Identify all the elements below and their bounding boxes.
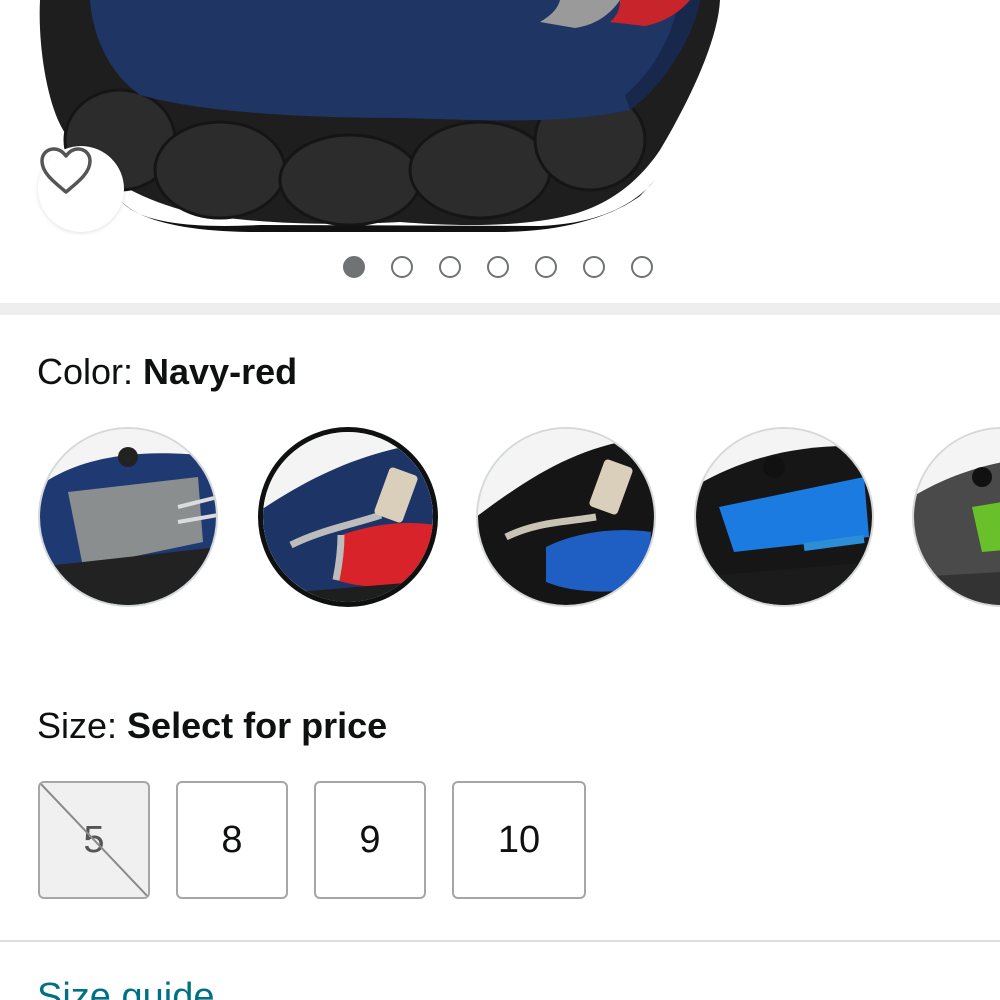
swatch-grey-green[interactable] [912,427,1000,607]
shoe-thumbnail-icon [40,429,216,605]
carousel-dot[interactable] [343,256,365,278]
size-label: Size: Select for price [37,706,387,746]
shoe-thumbnail-icon [696,429,872,605]
size-selected-value: Select for price [127,705,388,746]
wishlist-button[interactable] [38,146,124,232]
color-selected-value: Navy-red [143,351,298,392]
size-option-unavailable[interactable]: 5 [38,781,150,899]
heart-icon [40,147,92,194]
carousel-dots [343,256,653,278]
size-option-label: 8 [221,818,243,861]
color-label: Color: Navy-red [37,352,297,392]
shoe-thumbnail-icon [914,429,1000,605]
size-option-label: 10 [497,818,541,861]
size-option[interactable]: 8 [176,781,288,899]
swatch-navy-grey[interactable] [38,427,218,607]
color-swatches [38,427,1000,607]
shoe-thumbnail-icon [478,429,654,605]
swatch-black-royal[interactable] [694,427,874,607]
size-label-prefix: Size: [37,705,128,746]
shoe-photo [39,0,721,232]
carousel-dot[interactable] [535,256,557,278]
color-label-prefix: Color: [37,351,144,392]
size-option[interactable]: 9 [314,781,426,899]
swatch-navy-red[interactable] [258,427,438,607]
carousel-dot[interactable] [631,256,653,278]
unavailable-slash-icon [40,783,148,897]
section-divider [0,940,1000,942]
carousel-dot[interactable] [583,256,605,278]
section-divider [0,303,1000,315]
shoe-thumbnail-icon [263,432,433,602]
carousel-dot[interactable] [439,256,461,278]
carousel-dot[interactable] [487,256,509,278]
product-image[interactable] [0,0,1000,235]
swatch-black-blue[interactable] [476,427,656,607]
size-guide-link[interactable]: Size guide [37,976,214,1000]
size-options: 5 8 9 10 [38,781,586,899]
size-option-label: 9 [359,818,381,861]
size-option[interactable]: 10 [452,781,586,899]
carousel-dot[interactable] [391,256,413,278]
